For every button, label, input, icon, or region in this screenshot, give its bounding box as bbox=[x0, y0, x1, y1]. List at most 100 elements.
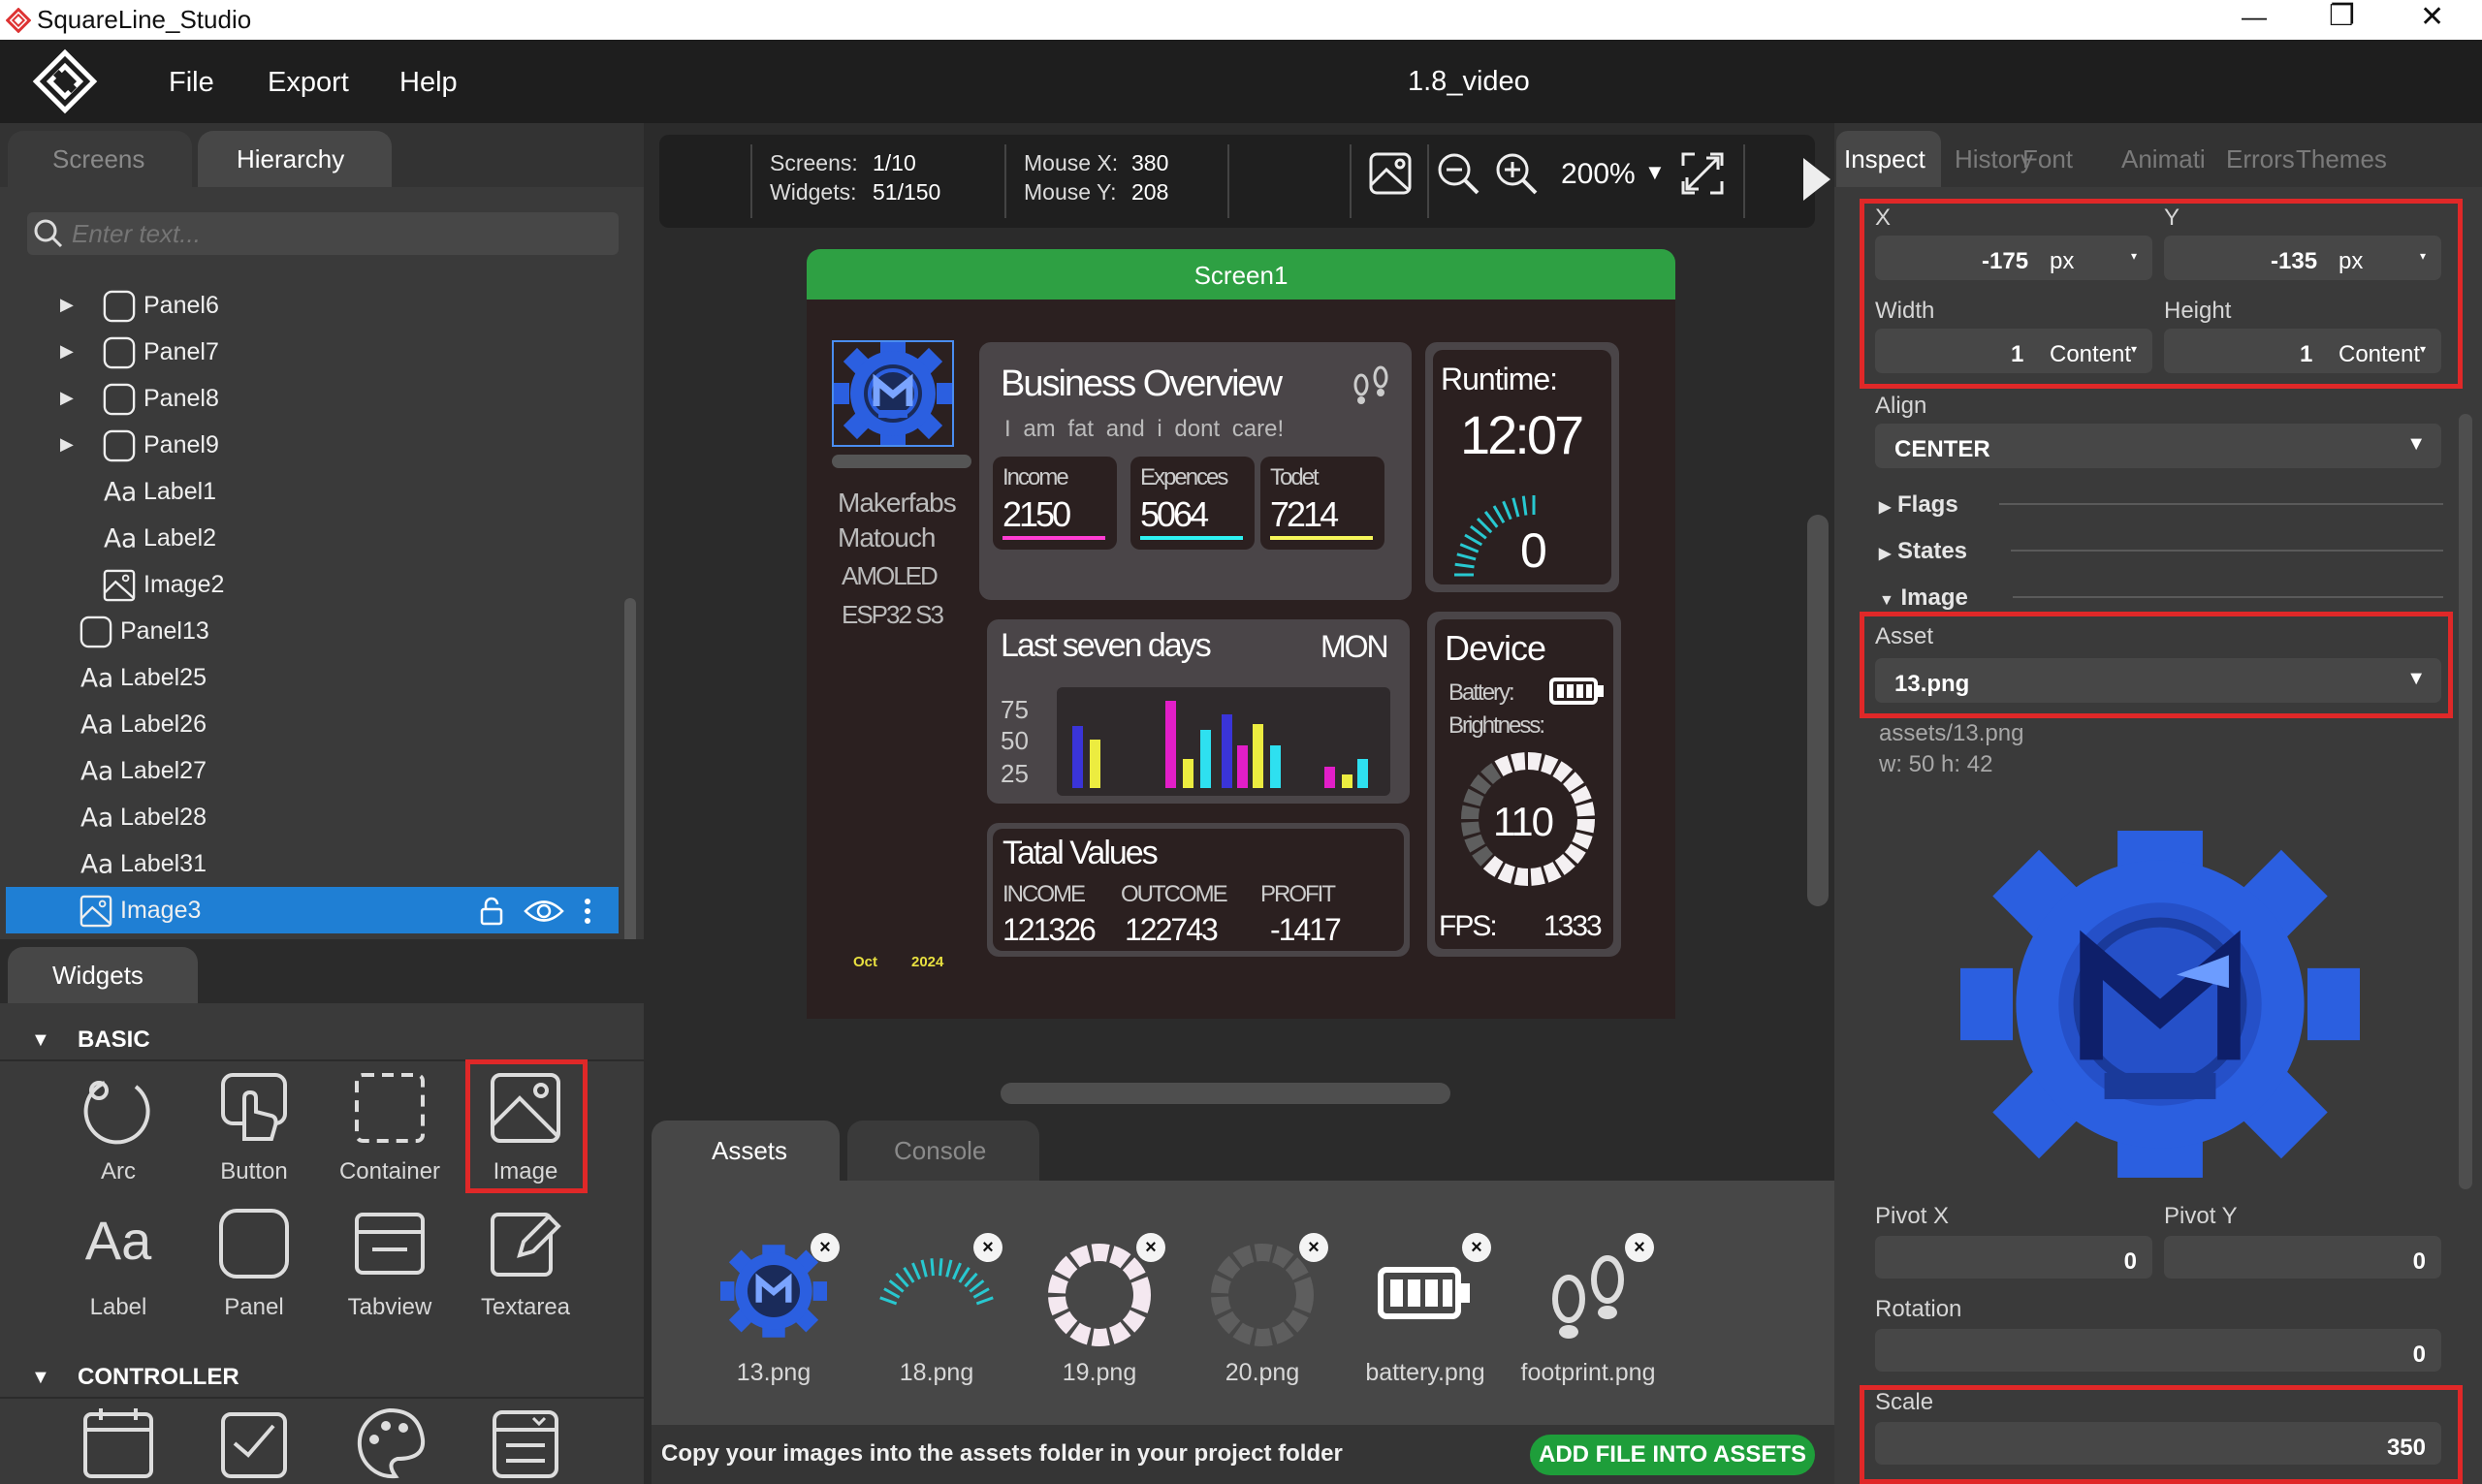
widget-image[interactable]: Image bbox=[458, 1059, 593, 1195]
asset-select[interactable]: 13.png ▼ bbox=[1875, 658, 2441, 703]
zoom-in-icon[interactable] bbox=[1493, 150, 1540, 197]
width-field[interactable]: 1 Content ▾ bbox=[1875, 329, 2152, 373]
hierarchy-item-label31[interactable]: Aa Label31 bbox=[0, 840, 620, 887]
inspector-tab-font[interactable]: Font bbox=[2017, 131, 2110, 187]
remove-asset-icon[interactable]: × bbox=[1299, 1233, 1328, 1262]
expand-arrow-icon[interactable]: ▶ bbox=[60, 388, 74, 408]
menu-file[interactable]: File bbox=[169, 69, 214, 97]
tab-hierarchy[interactable]: Hierarchy bbox=[198, 131, 392, 187]
flags-section[interactable]: ▶ Flags bbox=[1879, 491, 2443, 519]
hierarchy-item-label2[interactable]: Aa Label2 bbox=[0, 515, 620, 561]
x-unit-dropdown-icon[interactable]: ▾ bbox=[2131, 249, 2137, 263]
align-select[interactable]: CENTER ▼ bbox=[1875, 424, 2441, 468]
inspector-tab-animati[interactable]: Animati bbox=[2116, 131, 2212, 187]
hierarchy-item-panel9[interactable]: ▶ Panel9 bbox=[0, 422, 620, 468]
more-options-icon[interactable] bbox=[582, 897, 593, 926]
add-file-button[interactable]: ADD FILE INTO ASSETS bbox=[1530, 1435, 1815, 1475]
hierarchy-item-panel6[interactable]: ▶ Panel6 bbox=[0, 282, 620, 329]
basic-section-title[interactable]: BASIC bbox=[78, 1028, 150, 1052]
x-field[interactable]: -175 px ▾ bbox=[1875, 236, 2152, 280]
totals-panel[interactable]: Tatal Values INCOME 121326 OUTCOME 12274… bbox=[987, 823, 1410, 957]
hierarchy-item-panel8[interactable]: ▶ Panel8 bbox=[0, 375, 620, 422]
tab-widgets[interactable]: Widgets bbox=[8, 947, 198, 1003]
dropdown-icon[interactable] bbox=[487, 1405, 564, 1482]
tab-console[interactable]: Console bbox=[847, 1121, 1039, 1181]
rotation-field[interactable]: 0 bbox=[1875, 1329, 2441, 1372]
canvas-v-scrollbar[interactable] bbox=[1807, 515, 1829, 906]
widget-textarea[interactable]: Textarea bbox=[458, 1195, 593, 1331]
tab-assets[interactable]: Assets bbox=[652, 1121, 840, 1181]
inspector-scrollbar[interactable] bbox=[2459, 414, 2472, 1189]
zoom-level[interactable]: 200% bbox=[1561, 160, 1636, 189]
asset-20-png[interactable]: × 20.png bbox=[1185, 1216, 1340, 1390]
widget-panel[interactable]: Panel bbox=[186, 1195, 322, 1331]
eye-icon[interactable] bbox=[524, 897, 564, 926]
y-unit-dropdown-icon[interactable]: ▾ bbox=[2420, 249, 2426, 263]
hierarchy-search[interactable] bbox=[27, 212, 619, 255]
hierarchy-item-label28[interactable]: Aa Label28 bbox=[0, 794, 620, 840]
expand-arrow-icon[interactable]: ▶ bbox=[60, 341, 74, 362]
inspector-tab-themes[interactable]: Themes bbox=[2290, 131, 2387, 187]
maximize-button[interactable]: ❐ bbox=[2329, 2, 2355, 31]
controller-section-title[interactable]: CONTROLLER bbox=[78, 1366, 239, 1389]
calendar-icon[interactable] bbox=[80, 1405, 157, 1482]
zoom-dropdown-icon[interactable]: ▼ bbox=[1644, 162, 1666, 183]
lock-icon[interactable] bbox=[477, 897, 506, 926]
states-section[interactable]: ▶ States bbox=[1879, 538, 2443, 565]
pivot-x-field[interactable]: 0 bbox=[1875, 1236, 2152, 1279]
image-section[interactable]: ▼ Image bbox=[1879, 584, 2443, 612]
asset-footprint-png[interactable]: × footprint.png bbox=[1511, 1216, 1666, 1390]
inspector-tab-inspect[interactable]: Inspect bbox=[1836, 131, 1941, 187]
overview-panel[interactable]: Business Overview I am fat and i dont ca… bbox=[979, 342, 1412, 600]
basic-collapse-icon[interactable]: ▼ bbox=[31, 1030, 50, 1050]
image3-selection[interactable] bbox=[832, 340, 954, 447]
hierarchy-item-label25[interactable]: Aa Label25 bbox=[0, 654, 620, 701]
search-input[interactable] bbox=[72, 218, 605, 249]
hierarchy-item-panel13[interactable]: Panel13 bbox=[0, 608, 620, 654]
widget-tabview[interactable]: Tabview bbox=[322, 1195, 458, 1331]
hierarchy-item-label26[interactable]: Aa Label26 bbox=[0, 701, 620, 747]
week-chart-panel[interactable]: Last seven days MON 75 50 25 bbox=[987, 619, 1410, 804]
expand-arrow-icon[interactable]: ▶ bbox=[60, 295, 74, 315]
inspector-tab-errors[interactable]: Errors bbox=[2220, 131, 2295, 187]
expand-arrow-icon[interactable]: ▶ bbox=[60, 434, 74, 455]
height-field[interactable]: 1 Content ▾ bbox=[2164, 329, 2441, 373]
widget-container[interactable]: Container bbox=[322, 1059, 458, 1195]
asset-13-png[interactable]: × 13.png bbox=[696, 1216, 851, 1390]
runtime-panel[interactable]: Runtime: 12:07 0 bbox=[1425, 342, 1619, 592]
pivot-y-field[interactable]: 0 bbox=[2164, 1236, 2441, 1279]
squareline-logo-icon[interactable] bbox=[31, 47, 99, 115]
widget-arc[interactable]: Arc bbox=[50, 1059, 186, 1195]
y-field[interactable]: -135 px ▾ bbox=[2164, 236, 2441, 280]
remove-asset-icon[interactable]: × bbox=[1625, 1233, 1654, 1262]
close-button[interactable]: ✕ bbox=[2420, 3, 2444, 32]
menu-export[interactable]: Export bbox=[268, 69, 349, 97]
remove-asset-icon[interactable]: × bbox=[811, 1233, 840, 1262]
screen-canvas[interactable]: Makerfabs Matouch AMOLED ESP32 S3 Oct 20… bbox=[807, 300, 1675, 1019]
hierarchy-item-label27[interactable]: Aa Label27 bbox=[0, 747, 620, 794]
hierarchy-item-label1[interactable]: Aa Label1 bbox=[0, 468, 620, 515]
width-unit-dropdown-icon[interactable]: ▾ bbox=[2131, 342, 2137, 356]
menu-help[interactable]: Help bbox=[399, 69, 458, 97]
scale-field[interactable]: 350 bbox=[1875, 1422, 2441, 1465]
hierarchy-item-image2[interactable]: Image2 bbox=[0, 561, 620, 608]
controller-collapse-icon[interactable]: ▼ bbox=[31, 1368, 50, 1387]
remove-asset-icon[interactable]: × bbox=[1136, 1233, 1165, 1262]
minimize-button[interactable]: — bbox=[2242, 4, 2267, 29]
colorwheel-icon[interactable] bbox=[351, 1405, 429, 1482]
checkbox-icon[interactable] bbox=[215, 1405, 293, 1482]
fit-screen-icon[interactable] bbox=[1679, 150, 1726, 197]
hierarchy-item-panel7[interactable]: ▶ Panel7 bbox=[0, 329, 620, 375]
widget-label[interactable]: Aa Label bbox=[50, 1195, 186, 1331]
widget-button[interactable]: Button bbox=[186, 1059, 322, 1195]
zoom-out-icon[interactable] bbox=[1435, 150, 1481, 197]
asset-battery-png[interactable]: × battery.png bbox=[1348, 1216, 1503, 1390]
height-unit-dropdown-icon[interactable]: ▾ bbox=[2420, 342, 2426, 356]
tab-screens[interactable]: Screens bbox=[8, 131, 192, 187]
asset-19-png[interactable]: × 19.png bbox=[1022, 1216, 1177, 1390]
hierarchy-item-image3[interactable]: Image3 bbox=[6, 887, 619, 933]
canvas-area[interactable]: Screens: 1/10 Widgets: 51/150 Mouse X: 3… bbox=[644, 123, 1834, 1115]
remove-asset-icon[interactable]: × bbox=[973, 1233, 1002, 1262]
canvas-h-scrollbar[interactable] bbox=[1001, 1083, 1450, 1104]
asset-18-png[interactable]: × 18.png bbox=[859, 1216, 1014, 1390]
